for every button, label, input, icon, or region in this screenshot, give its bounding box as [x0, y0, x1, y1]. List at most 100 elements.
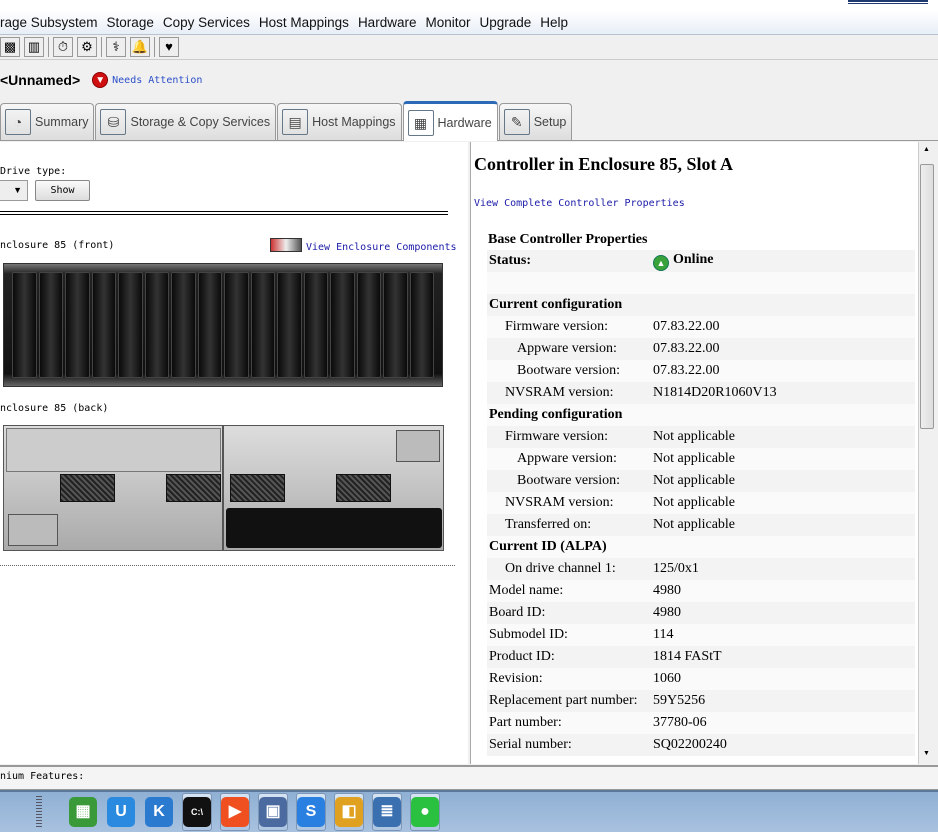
controller-a-ports[interactable] — [6, 428, 221, 472]
bell-icon[interactable]: 🔔 — [130, 37, 150, 57]
property-row: Board ID: 4980 — [487, 602, 915, 624]
tab-setup[interactable]: ✎ Setup — [498, 103, 573, 140]
tab-host-mappings[interactable]: ▤ Host Mappings — [277, 103, 402, 140]
property-label: Pending configuration — [489, 407, 623, 422]
host-icon: ▤ — [282, 109, 309, 135]
menu-5[interactable]: Monitor — [425, 15, 470, 30]
property-row: Serial number: SQ02200240 — [487, 734, 915, 756]
property-value: 114 — [653, 627, 674, 642]
tab-bar: ◔ Summary ⛁ Storage & Copy Services ▤ Host Ma… — [0, 101, 938, 141]
status-value: Online — [673, 251, 714, 267]
menu-2[interactable]: Copy Services — [163, 15, 250, 30]
drive-slot[interactable] — [356, 272, 381, 378]
drive-slot[interactable] — [38, 272, 63, 378]
drive-slot[interactable] — [144, 272, 169, 378]
taskbar-grip[interactable] — [36, 796, 42, 828]
vent — [60, 474, 115, 502]
property-row: Appware version: Not applicable — [487, 448, 915, 470]
controller-title: Controller in Enclosure 85, Slot A — [474, 154, 734, 174]
k-app-button[interactable]: K — [144, 793, 174, 831]
menu-6[interactable]: Upgrade — [479, 15, 531, 30]
property-row: Part number: 37780-06 — [487, 712, 915, 734]
toolbar-separator — [48, 37, 49, 57]
tab-storage-copy-services[interactable]: ⛁ Storage & Copy Services — [95, 103, 277, 140]
view-enclosure-components-link[interactable]: View Enclosure Components — [306, 242, 457, 253]
menu-3[interactable]: Host Mappings — [259, 15, 349, 30]
power-supply-b[interactable] — [396, 430, 440, 462]
scroll-up-icon[interactable]: ▲ — [923, 146, 930, 153]
section-header: Current ID (ALPA) — [487, 536, 915, 558]
menu-bar: rage Subsystem Storage Copy Services Host M… — [0, 10, 938, 35]
property-value: 125/0x1 — [653, 561, 699, 576]
drive-slot[interactable] — [171, 272, 196, 378]
property-label: Firmware version: — [505, 319, 609, 334]
needs-attention-link[interactable]: Needs Attention — [112, 75, 202, 86]
summary-icon: ◔ — [5, 109, 31, 135]
drive-slot[interactable] — [65, 272, 90, 378]
stethoscope-icon[interactable]: ⚕ — [106, 37, 126, 57]
hardware-icon: ▦ — [407, 109, 434, 136]
property-row: Submodel ID: 114 — [487, 624, 915, 646]
property-value: Not applicable — [653, 517, 736, 532]
network-app-button[interactable]: ▣ — [258, 793, 288, 831]
divider — [0, 211, 448, 212]
book-icon[interactable]: ▥ — [24, 37, 44, 57]
drive-slot[interactable] — [118, 272, 143, 378]
drive-slot[interactable] — [250, 272, 275, 378]
power-supply-a[interactable] — [8, 514, 58, 546]
office-app-button[interactable]: ◧ — [334, 793, 364, 831]
toolbar-separator — [101, 37, 102, 57]
timer-icon[interactable]: ⏱ — [53, 37, 73, 57]
view-complete-controller-properties-link[interactable]: View Complete Controller Properties — [474, 198, 685, 209]
controller-properties-panel: Controller in Enclosure 85, Slot A View … — [470, 142, 918, 764]
drive-slot[interactable] — [197, 272, 222, 378]
tab-summary[interactable]: ◔ Summary — [0, 103, 95, 140]
windows-button[interactable]: ▦ — [68, 793, 98, 831]
heart-icon[interactable]: ♥ — [159, 37, 179, 57]
scroll-down-icon[interactable]: ▼ — [923, 750, 930, 757]
toolbar-separator — [154, 37, 155, 57]
drive-slot[interactable] — [277, 272, 302, 378]
enclosure-front-image[interactable] — [3, 263, 443, 387]
scrollbar-thumb[interactable] — [920, 164, 934, 429]
drive-slot[interactable] — [383, 272, 408, 378]
menu-7[interactable]: Help — [540, 15, 568, 30]
drive-slot[interactable] — [224, 272, 249, 378]
windows-icon: ▦ — [69, 797, 97, 827]
drive-slot[interactable] — [330, 272, 355, 378]
property-row: Revision: 1060 — [487, 668, 915, 690]
storage-icon[interactable]: ▩ — [0, 37, 20, 57]
wechat-button[interactable]: ● — [410, 793, 440, 831]
menu-1[interactable]: Storage — [107, 15, 154, 30]
ibm-logo — [848, 0, 928, 4]
gears-icon[interactable]: ⚙ — [77, 37, 97, 57]
drive-slot[interactable] — [12, 272, 37, 378]
drive-slot[interactable] — [409, 272, 434, 378]
property-label: On drive channel 1: — [505, 561, 616, 576]
k-app-icon: K — [145, 797, 173, 827]
vertical-scrollbar[interactable]: ▲ ▼ — [918, 142, 935, 764]
drive-slot[interactable] — [91, 272, 116, 378]
media-app-button[interactable]: ▶ — [220, 793, 250, 831]
menu-0[interactable]: rage Subsystem — [0, 15, 98, 30]
vent — [230, 474, 285, 502]
window-top — [0, 0, 938, 10]
tab-label: Setup — [533, 115, 567, 129]
enclosure-back-image[interactable] — [3, 425, 444, 551]
sogou-button[interactable]: S — [296, 793, 326, 831]
tab-label: Host Mappings — [312, 115, 396, 129]
menu-4[interactable]: Hardware — [358, 15, 417, 30]
taskbar: ▦ U K C:\ ▶ ▣ S ◧ ≣ ● — [0, 790, 938, 832]
show-button[interactable]: Show — [35, 180, 90, 201]
cmd-button[interactable]: C:\ — [182, 793, 212, 831]
drive-slot[interactable] — [303, 272, 328, 378]
property-value: 4980 — [653, 605, 681, 620]
controller-b-slot[interactable] — [226, 508, 442, 548]
divider — [0, 214, 448, 215]
u-app-button[interactable]: U — [106, 793, 136, 831]
divider — [222, 426, 224, 550]
drive-type-select[interactable]: ▼ — [0, 180, 28, 201]
property-value: Not applicable — [653, 429, 736, 444]
tab-hardware[interactable]: ▦ Hardware — [402, 101, 498, 141]
database-button[interactable]: ≣ — [372, 793, 402, 831]
